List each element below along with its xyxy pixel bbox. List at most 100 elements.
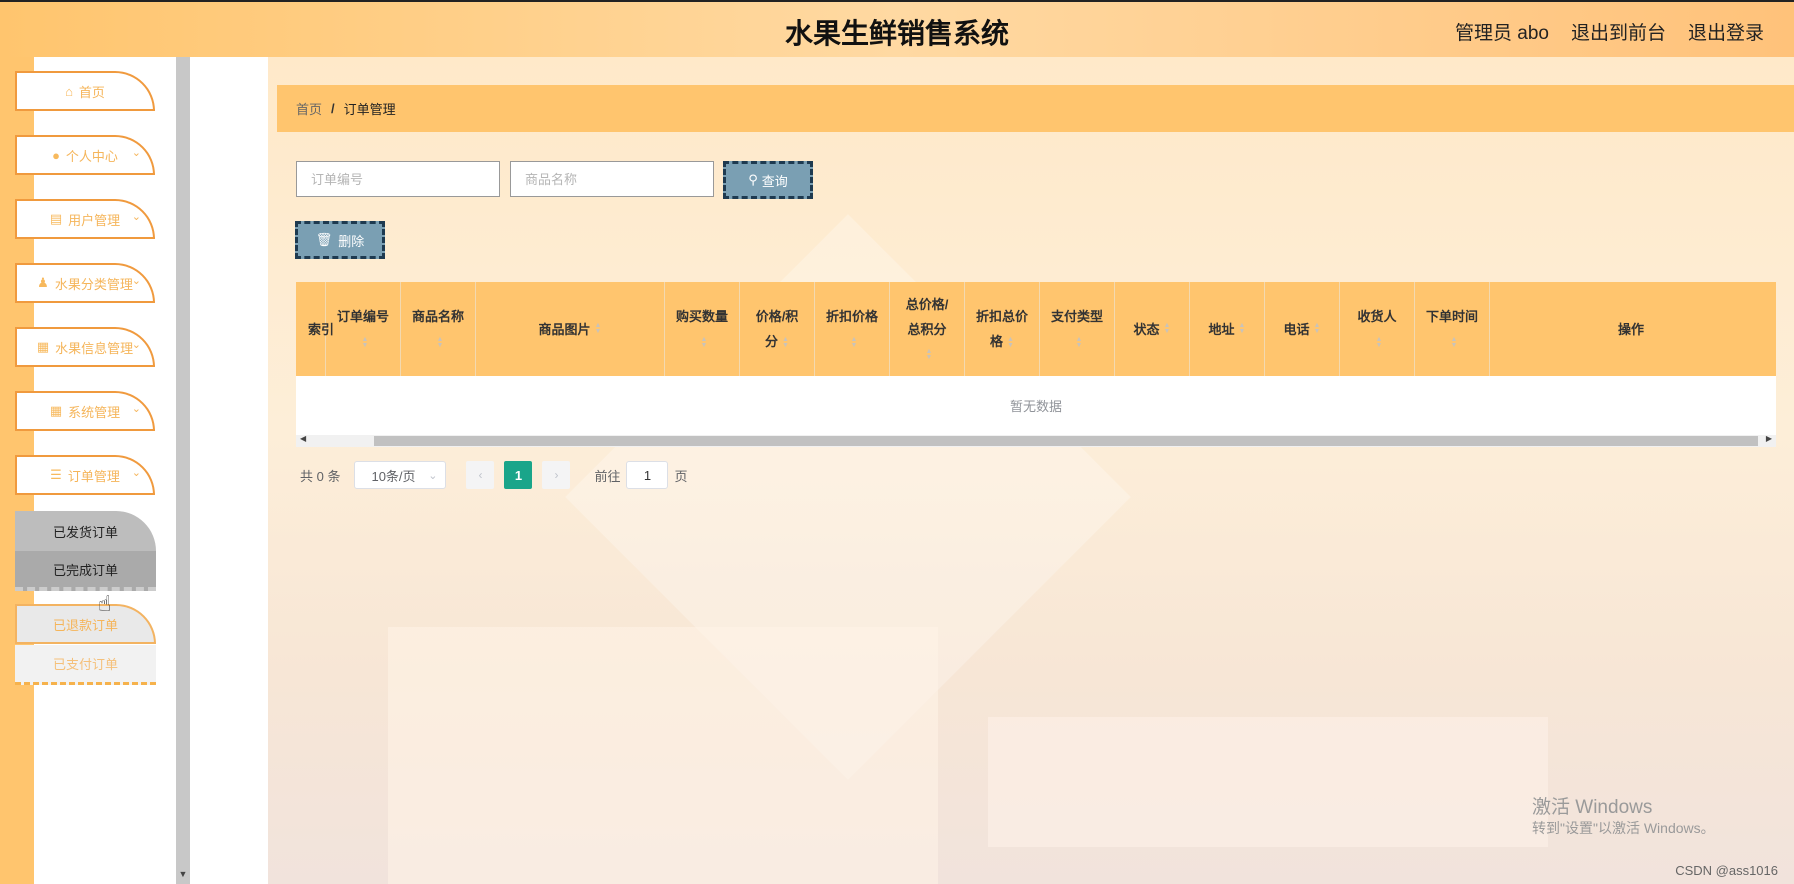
- sidebar-item-personal-center[interactable]: ● 个人中心 ⌄: [15, 135, 155, 175]
- page-number-button[interactable]: 1: [504, 461, 533, 489]
- column-header[interactable]: 索引: [296, 282, 334, 376]
- person-icon: ♟: [37, 275, 49, 290]
- sidebar-item-home[interactable]: ⌂ 首页: [15, 71, 155, 111]
- column-header[interactable]: 地址 ▲ ▼: [1190, 282, 1265, 376]
- chevron-down-icon: ⌄: [428, 469, 438, 482]
- breadcrumb-home[interactable]: 首页: [296, 99, 322, 118]
- query-button[interactable]: ⚲ 查询: [723, 161, 813, 199]
- column-header[interactable]: 总价格/总积分 ▲ ▼: [890, 282, 965, 376]
- column-header[interactable]: 电话 ▲ ▼: [1265, 282, 1340, 376]
- sidebar-item-user-management[interactable]: ▤ 用户管理 ⌄: [15, 199, 155, 239]
- sort-icon[interactable]: ▲ ▼: [1239, 322, 1246, 335]
- page-size-select[interactable]: 10条/页 ⌄: [354, 461, 447, 489]
- column-header[interactable]: 订单编号 ▲ ▼: [326, 282, 401, 376]
- column-header[interactable]: 折扣总价格 ▲ ▼: [965, 282, 1040, 376]
- scroll-left-icon[interactable]: ◀: [300, 434, 306, 443]
- sort-icon[interactable]: ▲ ▼: [701, 336, 708, 349]
- column-label: 状态: [1133, 321, 1160, 337]
- pagination: 共 0 条 10条/页 ⌄ ‹ 1 › 前往 1 页: [300, 461, 688, 489]
- chevron-down-icon: ⌄: [131, 339, 141, 351]
- sort-icon[interactable]: ▲ ▼: [1007, 336, 1014, 349]
- page-unit-label: 页: [674, 468, 688, 484]
- submenu-completed-orders[interactable]: 已完成订单: [15, 551, 156, 591]
- exit-to-front-link[interactable]: 退出到前台: [1571, 18, 1666, 45]
- hand-cursor-icon: ☝: [98, 591, 112, 616]
- top-bar: 水果生鲜销售系统 管理员 abo 退出到前台 退出登录: [0, 0, 1794, 57]
- scroll-right-icon[interactable]: ▶: [1766, 434, 1772, 443]
- sort-icon[interactable]: ▲ ▼: [1376, 336, 1383, 349]
- sidebar-item-label: 水果信息管理: [55, 340, 134, 356]
- sort-icon[interactable]: ▲ ▼: [1314, 322, 1321, 335]
- chevron-down-icon: ⌄: [131, 403, 141, 415]
- next-page-button[interactable]: ›: [542, 461, 571, 489]
- column-label: 电话: [1283, 321, 1310, 337]
- home-icon: ⌂: [65, 83, 73, 99]
- sort-icon[interactable]: ▲ ▼: [1451, 336, 1458, 349]
- column-header[interactable]: 价格/积分 ▲ ▼: [740, 282, 815, 376]
- column-header[interactable]: 下单时间 ▲ ▼: [1415, 282, 1490, 376]
- column-label: 价格/积分: [755, 309, 799, 349]
- table-horizontal-scrollbar[interactable]: ◀ ▶: [296, 434, 1776, 447]
- table-header: 索引 订单编号 ▲ ▼ 商品名称 ▲ ▼ 商品图片 ▲ ▼ 购买数量 ▲ ▼ 价格/积分 ▲ ▼ 折…: [296, 282, 1776, 376]
- column-header[interactable]: 购买数量 ▲ ▼: [665, 282, 740, 376]
- chevron-down-icon: ⌄: [131, 211, 141, 223]
- column-label: 下单时间: [1425, 309, 1478, 324]
- column-header[interactable]: 状态 ▲ ▼: [1115, 282, 1190, 376]
- sort-icon[interactable]: ▲ ▼: [1164, 322, 1171, 335]
- column-label: 地址: [1208, 321, 1235, 337]
- sidebar-scrollbar[interactable]: [176, 57, 190, 884]
- submenu-paid-orders[interactable]: 已支付订单: [15, 645, 156, 685]
- column-header[interactable]: 收货人 ▲ ▼: [1340, 282, 1415, 376]
- query-label: 查询: [761, 173, 788, 189]
- scrollbar-thumb[interactable]: [374, 436, 1758, 446]
- submenu-shipped-orders[interactable]: 已发货订单: [15, 511, 156, 551]
- sort-icon[interactable]: ▲ ▼: [362, 336, 369, 349]
- grid-icon: ▦: [36, 339, 50, 354]
- submenu-refunded-orders[interactable]: 已退款订单: [15, 604, 156, 644]
- sort-icon[interactable]: ▲ ▼: [437, 336, 444, 349]
- content-gutter: [190, 57, 268, 884]
- scroll-down-icon[interactable]: ▼: [176, 864, 190, 884]
- sort-icon[interactable]: ▲ ▼: [926, 348, 933, 361]
- sidebar-item-label: 系统管理: [68, 404, 121, 420]
- sort-icon[interactable]: ▲ ▼: [1076, 336, 1083, 349]
- trash-icon: 🗑: [315, 232, 333, 247]
- breadcrumb-current: 订单管理: [343, 102, 396, 117]
- sidebar-item-fruit-info[interactable]: ▦ 水果信息管理 ⌄: [15, 327, 155, 367]
- column-label: 支付类型: [1050, 309, 1103, 324]
- breadcrumb: 首页 / 订单管理: [277, 85, 1794, 132]
- column-header[interactable]: 支付类型 ▲ ▼: [1040, 282, 1115, 376]
- order-no-input[interactable]: [296, 161, 500, 197]
- windows-activation-hint: 转到"设置"以激活 Windows。: [1532, 820, 1715, 836]
- column-header[interactable]: 折扣价格 ▲ ▼: [815, 282, 890, 376]
- empty-text: 暂无数据: [1009, 399, 1062, 414]
- sort-icon[interactable]: ▲ ▼: [782, 336, 789, 349]
- delete-button[interactable]: 🗑 删除: [295, 221, 385, 259]
- background-decoration: [988, 717, 1548, 847]
- breadcrumb-separator: /: [331, 101, 335, 116]
- column-header: 操作: [1490, 282, 1772, 376]
- column-header[interactable]: 商品名称 ▲ ▼: [401, 282, 476, 376]
- sidebar-item-label: 首页: [78, 84, 105, 100]
- goto-page-input[interactable]: 1: [626, 461, 669, 489]
- total-count: 共 0 条: [300, 468, 341, 484]
- logout-link[interactable]: 退出登录: [1688, 18, 1764, 45]
- sort-icon[interactable]: ▲ ▼: [851, 336, 858, 349]
- chevron-down-icon: ⌄: [131, 467, 141, 479]
- sort-icon[interactable]: ▲ ▼: [595, 322, 602, 335]
- goods-name-input[interactable]: [510, 161, 714, 197]
- sidebar-item-order-management[interactable]: ☰ 订单管理 ⌄: [15, 455, 155, 495]
- search-icon: ⚲: [748, 172, 758, 187]
- column-label: 购买数量: [675, 309, 728, 324]
- sidebar-item-system[interactable]: ▦ 系统管理 ⌄: [15, 391, 155, 431]
- goto-page: 前往 1 页: [594, 461, 688, 489]
- csdn-watermark: CSDN @ass1016: [1675, 863, 1778, 878]
- column-label: 订单编号: [336, 309, 389, 324]
- prev-page-button[interactable]: ‹: [466, 461, 495, 489]
- top-links: 管理员 abo 退出到前台 退出登录: [1455, 18, 1764, 45]
- table-empty-row: 暂无数据: [296, 376, 1776, 435]
- sidebar-item-fruit-category[interactable]: ♟ 水果分类管理 ⌄: [15, 263, 155, 303]
- column-header[interactable]: 商品图片 ▲ ▼: [476, 282, 665, 376]
- column-label: 商品名称: [411, 309, 464, 324]
- background-decoration: [388, 627, 938, 884]
